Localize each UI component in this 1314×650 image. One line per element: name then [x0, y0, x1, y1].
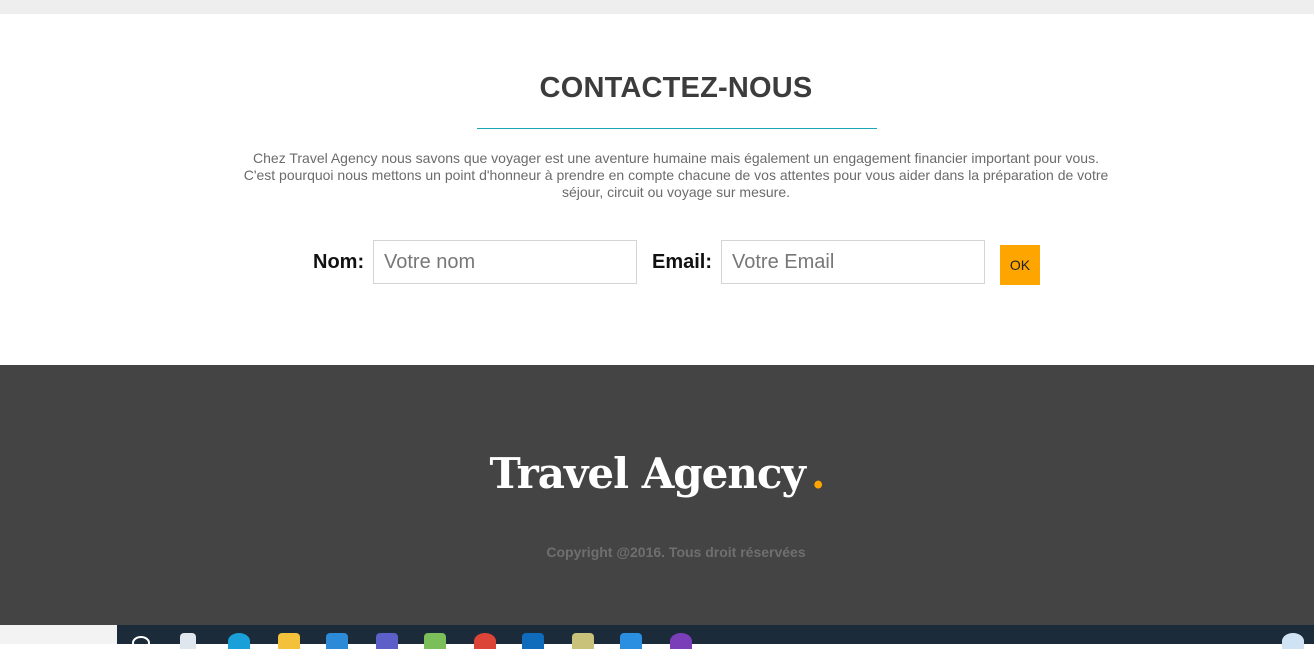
taskbar-search-area[interactable]: [0, 625, 117, 644]
copyright: Copyright @2016. Tous droit réservées: [546, 544, 806, 560]
intro-line-1: Chez Travel Agency nous savons que voyag…: [253, 150, 1099, 166]
edge-icon[interactable]: [228, 633, 250, 649]
intro-line-3: séjour, circuit ou voyage sur mesure.: [562, 184, 790, 200]
name-label: Nom:: [313, 251, 365, 273]
vscode-icon[interactable]: [620, 633, 642, 649]
file-explorer-icon[interactable]: [278, 633, 300, 649]
teams-icon[interactable]: [376, 633, 398, 649]
taskbar: [0, 625, 1314, 650]
footer: Travel Agency. Copyright @2016. Tous dro…: [0, 365, 1314, 625]
task-view-icon[interactable]: [180, 633, 196, 649]
contact-intro: Chez Travel Agency nous savons que voyag…: [200, 150, 1152, 201]
email-label: Email:: [652, 251, 713, 273]
contact-title: CONTACTEZ-NOUS: [539, 72, 813, 104]
contact-form: Nom: Email: OK: [0, 240, 1314, 286]
chrome-icon[interactable]: [474, 633, 496, 649]
title-underline: [477, 128, 877, 129]
store-icon[interactable]: [326, 633, 348, 649]
contact-section: CONTACTEZ-NOUS Chez Travel Agency nous s…: [0, 14, 1314, 365]
footer-brand: Travel Agency.: [0, 449, 1314, 498]
brand-dot: .: [810, 449, 826, 498]
app-icon[interactable]: [670, 633, 692, 649]
top-strip: [0, 0, 1314, 14]
brand-name: Travel Agency: [489, 449, 805, 498]
submit-button[interactable]: OK: [1000, 245, 1040, 285]
excel-icon[interactable]: [424, 633, 446, 649]
search-icon[interactable]: [132, 636, 150, 650]
notepad-icon[interactable]: [572, 633, 594, 649]
name-input[interactable]: [373, 240, 637, 284]
intro-line-2: C'est pourquoi nous mettons un point d'h…: [243, 167, 1109, 183]
email-input[interactable]: [721, 240, 985, 284]
outlook-icon[interactable]: [522, 633, 544, 649]
weather-icon[interactable]: [1282, 633, 1304, 649]
